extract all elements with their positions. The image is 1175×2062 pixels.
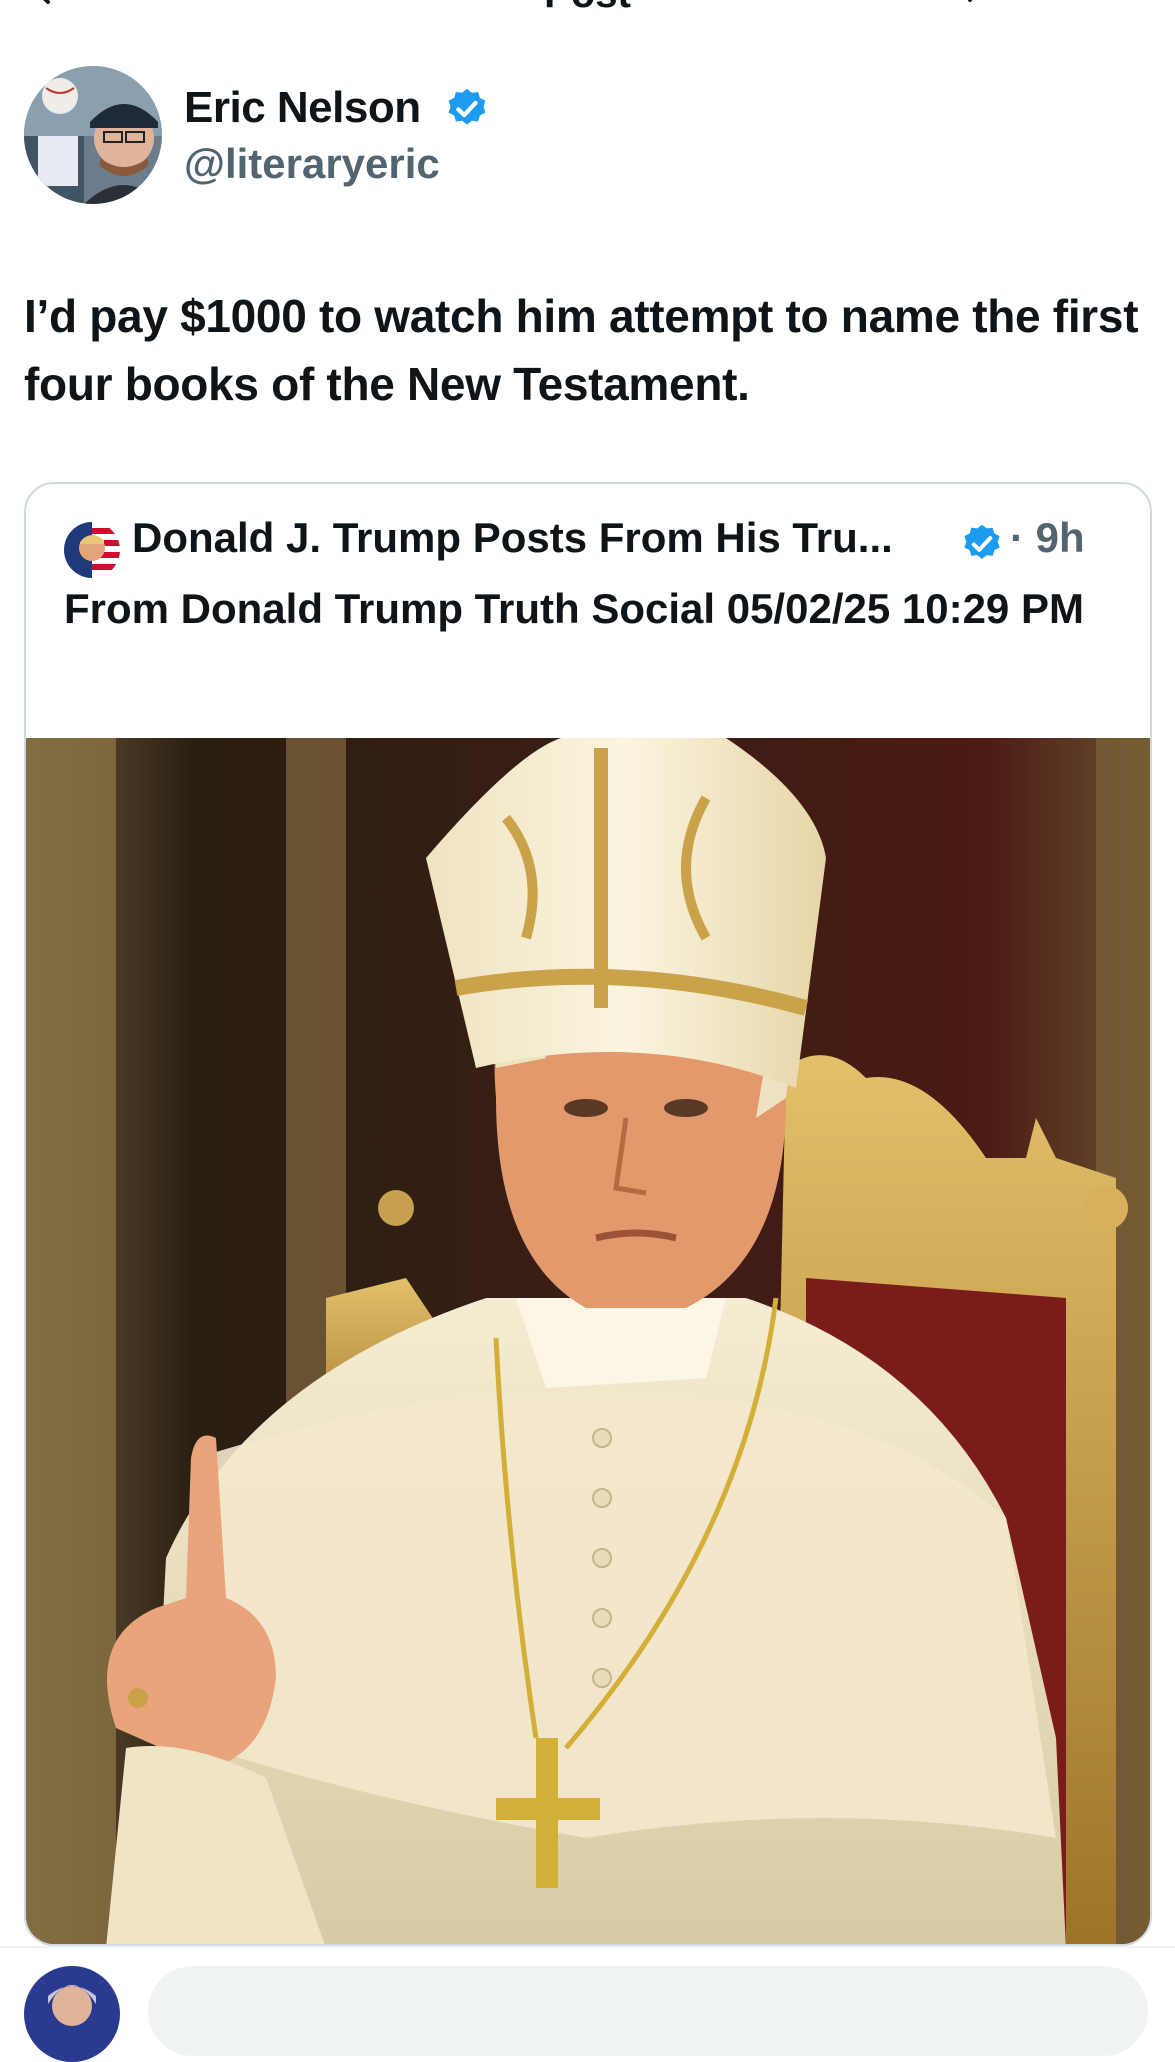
verified-badge-icon: [964, 524, 1000, 559]
current-user-avatar[interactable]: [24, 1966, 120, 2062]
verified-badge-icon: [448, 88, 486, 125]
divider: [0, 1946, 1175, 1948]
author-avatar[interactable]: [24, 66, 162, 204]
quoted-author-name[interactable]: Donald J. Trump Posts From His Tru...: [132, 510, 893, 566]
reply-input[interactable]: [148, 1966, 1148, 2056]
top-navigation-bar: Post: [0, 0, 1175, 14]
quoted-post-text: From Donald Trump Truth Social 05/02/25 …: [64, 585, 1084, 632]
quoted-post-timestamp: · 9h: [1010, 514, 1085, 561]
author-name[interactable]: Eric Nelson: [184, 80, 421, 136]
quoted-post-card[interactable]: Donald J. Trump Posts From His Tru... · …: [24, 482, 1152, 1946]
quoted-post-image[interactable]: [26, 738, 1150, 1946]
reply-arrow-icon[interactable]: [960, 0, 1020, 10]
tweet-text: I’d pay $1000 to watch him attempt to na…: [24, 290, 1139, 410]
author-handle[interactable]: @literaryeric: [184, 136, 440, 192]
quoted-author-avatar[interactable]: [64, 522, 120, 578]
